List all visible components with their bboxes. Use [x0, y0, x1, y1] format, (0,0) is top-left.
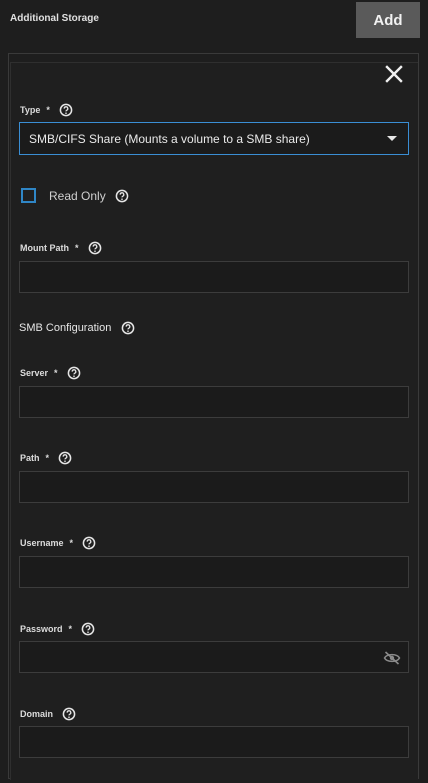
help-icon[interactable]: [115, 189, 129, 203]
read-only-label-row: Read Only: [49, 189, 129, 203]
type-label: Type: [20, 105, 41, 115]
required-marker: *: [75, 243, 79, 253]
domain-label: Domain: [20, 709, 54, 719]
type-label-row: Type *: [20, 103, 73, 117]
password-label-row: Password *: [20, 622, 95, 636]
type-select[interactable]: SMB/CIFS Share (Mounts a volume to a SMB…: [19, 122, 409, 155]
username-label: Username: [20, 538, 64, 548]
domain-input[interactable]: [19, 726, 409, 758]
help-icon[interactable]: [81, 622, 95, 636]
domain-label-row: Domain: [20, 707, 76, 721]
server-label-row: Server *: [20, 366, 81, 380]
mount-path-input[interactable]: [19, 261, 409, 293]
help-icon[interactable]: [58, 451, 72, 465]
username-input[interactable]: [19, 556, 409, 588]
password-label: Password: [20, 624, 63, 634]
required-marker: *: [54, 368, 58, 378]
path-input[interactable]: [19, 471, 409, 503]
password-input[interactable]: [19, 641, 409, 673]
caret-down-icon: [387, 136, 397, 141]
add-button[interactable]: Add: [356, 2, 420, 38]
help-icon[interactable]: [121, 321, 135, 335]
help-icon[interactable]: [59, 103, 73, 117]
path-label-row: Path *: [20, 451, 72, 465]
mount-path-label: Mount Path: [20, 243, 69, 253]
required-marker: *: [69, 538, 74, 548]
help-icon[interactable]: [88, 241, 102, 255]
close-icon[interactable]: [384, 64, 404, 84]
eye-off-icon[interactable]: [383, 650, 401, 666]
read-only-checkbox[interactable]: [21, 188, 36, 203]
mount-path-label-row: Mount Path *: [20, 241, 102, 255]
read-only-label: Read Only: [49, 189, 106, 203]
server-input[interactable]: [19, 386, 409, 418]
required-marker: *: [45, 453, 50, 463]
path-label: Path: [20, 453, 40, 463]
help-icon[interactable]: [62, 707, 76, 721]
type-select-value: SMB/CIFS Share (Mounts a volume to a SMB…: [29, 131, 310, 146]
smb-configuration-title: SMB Configuration: [19, 322, 112, 334]
help-icon[interactable]: [67, 366, 81, 380]
smb-configuration-heading: SMB Configuration: [19, 321, 135, 335]
username-label-row: Username *: [20, 536, 96, 550]
server-label: Server: [20, 368, 49, 378]
required-marker: *: [68, 624, 73, 634]
required-marker: *: [46, 105, 50, 115]
header-title: Additional Storage: [10, 13, 99, 24]
help-icon[interactable]: [82, 536, 96, 550]
